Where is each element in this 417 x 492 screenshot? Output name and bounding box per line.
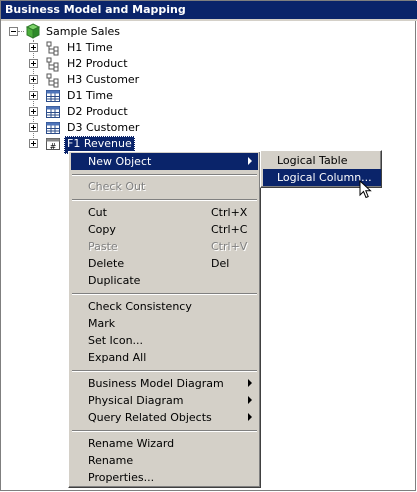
title-divider bbox=[1, 19, 417, 21]
hierarchy-icon bbox=[46, 41, 59, 56]
menu-item-label: Set Icon... bbox=[88, 334, 144, 347]
menu-item-expand-all[interactable]: Expand All bbox=[71, 349, 258, 366]
table-icon bbox=[46, 106, 60, 118]
menu-item-label: Duplicate bbox=[88, 274, 141, 287]
fact-table-icon: # bbox=[46, 138, 60, 151]
menu-item-rename-wizard[interactable]: Rename Wizard bbox=[71, 435, 258, 452]
menu-item-new-object[interactable]: New Object bbox=[71, 153, 258, 170]
expand-toggle[interactable] bbox=[29, 123, 38, 132]
tree-connector bbox=[18, 31, 24, 33]
menu-item-label: Logical Column... bbox=[277, 171, 372, 184]
menu-separator bbox=[72, 174, 257, 176]
menu-item-label: Cut bbox=[88, 206, 107, 219]
tree-node-label: D2 Product bbox=[67, 105, 128, 118]
menu-item-properties[interactable]: Properties... bbox=[71, 469, 258, 486]
menu-item-label: New Object bbox=[88, 155, 152, 168]
hierarchy-icon bbox=[46, 73, 59, 88]
menu-item-logical-table-source[interactable]: Logical Table Source... bbox=[263, 152, 381, 184]
menu-item-label: Mark bbox=[88, 317, 116, 330]
context-menu: New Object Check Out Cut Ctrl+X Copy Ctr… bbox=[68, 151, 261, 488]
menu-item-physical-diagram[interactable]: Physical Diagram bbox=[71, 392, 258, 409]
expand-toggle[interactable] bbox=[29, 139, 38, 148]
panel-title: Business Model and Mapping bbox=[1, 1, 417, 19]
menu-item-shortcut: Ctrl+V bbox=[211, 240, 248, 253]
menu-item-label: Copy bbox=[88, 223, 116, 236]
menu-separator bbox=[72, 293, 257, 295]
menu-item-check-out[interactable]: Check Out bbox=[71, 178, 258, 195]
menu-item-label: Query Related Objects bbox=[88, 411, 212, 424]
menu-item-mark[interactable]: Mark bbox=[71, 315, 258, 332]
menu-item-shortcut: Del bbox=[211, 257, 230, 270]
menu-item-label: Physical Diagram bbox=[88, 394, 184, 407]
tree-node-label: H3 Customer bbox=[67, 73, 140, 86]
menu-item-label: Expand All bbox=[88, 351, 147, 364]
menu-item-shortcut: Ctrl+C bbox=[211, 223, 248, 236]
tree-root-sample-sales[interactable]: Sample Sales bbox=[46, 24, 120, 40]
menu-item-label: Rename Wizard bbox=[88, 437, 175, 450]
submenu-arrow-icon bbox=[248, 413, 252, 421]
menu-item-label: Delete bbox=[88, 257, 125, 270]
menu-item-set-icon[interactable]: Set Icon... bbox=[71, 332, 258, 349]
menu-item-delete[interactable]: Delete Del bbox=[71, 255, 258, 272]
menu-item-label: Check Out bbox=[88, 180, 146, 193]
tree-node-label: H1 Time bbox=[67, 41, 113, 54]
submenu-arrow-icon bbox=[248, 379, 252, 387]
menu-item-label: Business Model Diagram bbox=[88, 377, 224, 390]
expand-toggle[interactable] bbox=[29, 43, 38, 52]
menu-item-check-consistency[interactable]: Check Consistency bbox=[71, 298, 258, 315]
tree-node-label: H2 Product bbox=[67, 57, 128, 70]
hierarchy-icon bbox=[46, 57, 59, 72]
tree-node-label: D3 Customer bbox=[67, 121, 140, 134]
menu-item-duplicate[interactable]: Duplicate bbox=[71, 272, 258, 289]
expand-toggle[interactable] bbox=[29, 91, 38, 100]
menu-item-label: Paste bbox=[88, 240, 118, 253]
table-icon bbox=[46, 90, 60, 102]
menu-item-label: Check Consistency bbox=[88, 300, 192, 313]
expand-toggle[interactable] bbox=[29, 75, 38, 84]
menu-item-copy[interactable]: Copy Ctrl+C bbox=[71, 221, 258, 238]
root-collapse-toggle[interactable] bbox=[9, 27, 18, 36]
menu-separator bbox=[72, 199, 257, 201]
menu-separator bbox=[72, 370, 257, 372]
menu-item-query-related-objects[interactable]: Query Related Objects bbox=[71, 409, 258, 426]
menu-item-rename[interactable]: Rename bbox=[71, 452, 258, 469]
expand-toggle[interactable] bbox=[29, 59, 38, 68]
business-model-cube-icon bbox=[25, 23, 41, 39]
tree-node-label: D1 Time bbox=[67, 89, 113, 102]
mouse-cursor-icon bbox=[359, 180, 372, 199]
menu-item-cut[interactable]: Cut Ctrl+X bbox=[71, 204, 258, 221]
menu-item-business-model-diagram[interactable]: Business Model Diagram bbox=[71, 375, 258, 392]
menu-item-label: Rename bbox=[88, 454, 134, 467]
table-icon bbox=[46, 122, 60, 134]
expand-toggle[interactable] bbox=[29, 107, 38, 116]
tree-node-label: Sample Sales bbox=[46, 25, 121, 38]
svg-text:#: # bbox=[50, 142, 57, 151]
menu-item-paste[interactable]: Paste Ctrl+V bbox=[71, 238, 258, 255]
menu-item-shortcut: Ctrl+X bbox=[211, 206, 248, 219]
menu-separator bbox=[72, 430, 257, 432]
menu-item-label: Properties... bbox=[88, 471, 155, 484]
submenu-arrow-icon bbox=[248, 396, 252, 404]
submenu-arrow-icon bbox=[248, 157, 252, 165]
